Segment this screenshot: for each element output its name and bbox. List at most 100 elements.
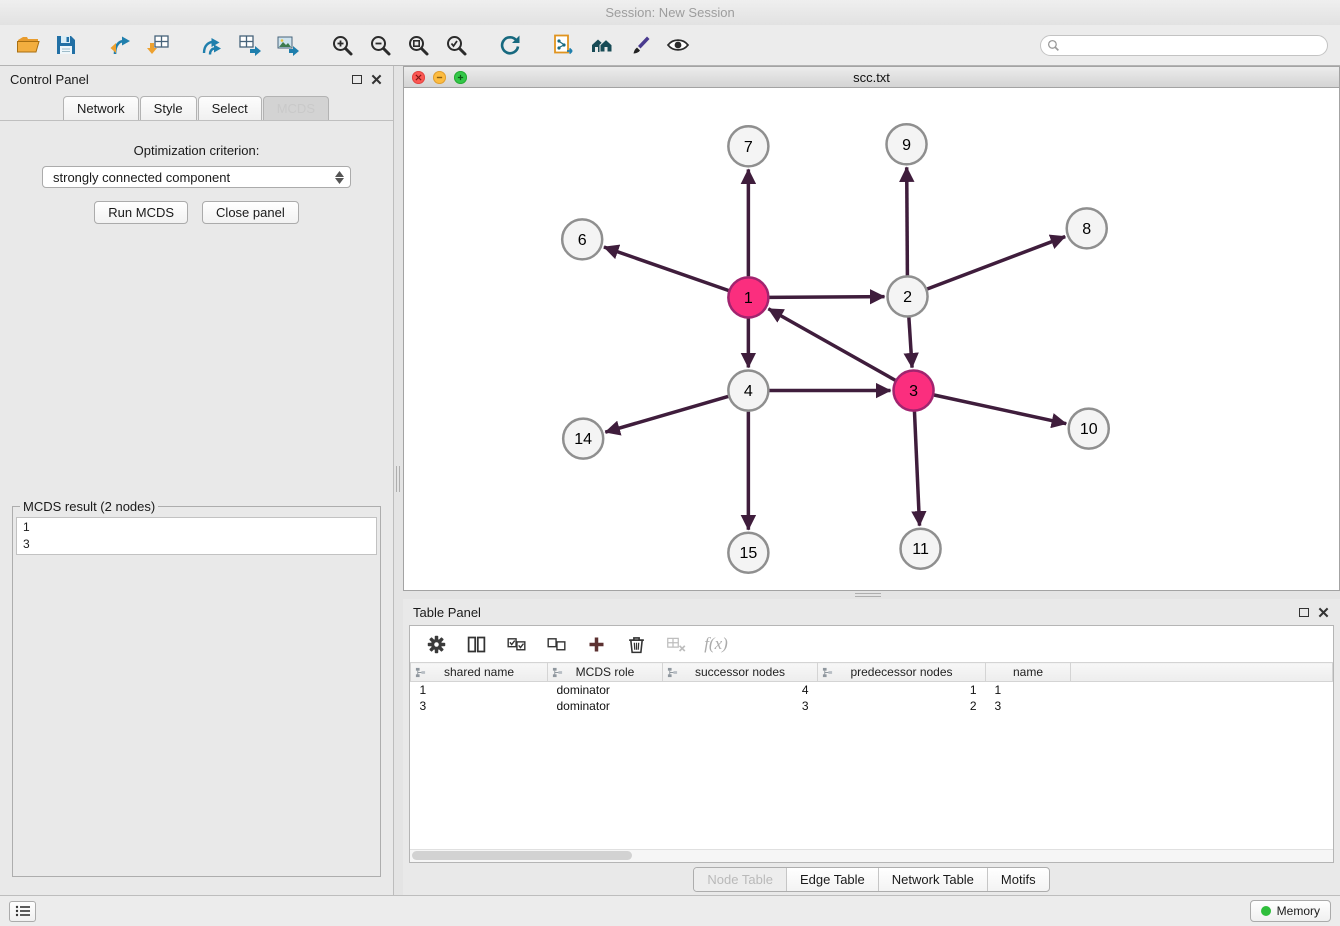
horizontal-splitter[interactable] [403, 591, 1340, 599]
annotation-brush-button[interactable] [624, 29, 656, 61]
graph-node-8[interactable]: 8 [1067, 208, 1107, 248]
toolbar-group-zoom [326, 29, 472, 61]
status-menu-button[interactable] [9, 901, 36, 922]
cell-name[interactable]: 3 [986, 698, 1071, 714]
column-header-name[interactable]: name [986, 663, 1071, 682]
zoom-selected-button[interactable] [440, 29, 472, 61]
graph-node-15[interactable]: 15 [728, 533, 768, 573]
cell-shared_name[interactable]: 3 [411, 698, 548, 714]
minimize-window-button[interactable] [433, 71, 446, 84]
edge-3-to-11[interactable] [914, 412, 919, 526]
graph-node-3[interactable]: 3 [894, 371, 934, 411]
column-header-predecessor-nodes[interactable]: predecessor nodes [818, 663, 986, 682]
cell-mcds_role[interactable]: dominator [548, 698, 663, 714]
cell-name[interactable]: 1 [986, 682, 1071, 698]
column-header-successor-nodes[interactable]: successor nodes [663, 663, 818, 682]
edge-2-to-3[interactable] [909, 317, 912, 367]
cell-shared_name[interactable]: 1 [411, 682, 548, 698]
zoom-out-button[interactable] [364, 29, 396, 61]
tab-motifs[interactable]: Motifs [987, 868, 1049, 891]
graph-node-7[interactable]: 7 [728, 126, 768, 166]
network-graph[interactable]: 7 9 6 8 1 2 4 3 14 10 15 11 [404, 88, 1339, 590]
table-tabs: Node Table Edge Table Network Table Moti… [693, 867, 1049, 892]
plus-icon [586, 634, 607, 655]
import-network-button[interactable] [104, 29, 136, 61]
function-builder-button[interactable]: f(x) [702, 630, 730, 658]
control-panel-float-button[interactable] [352, 75, 362, 84]
close-panel-button[interactable]: Close panel [202, 201, 299, 224]
table-settings-button[interactable] [422, 630, 450, 658]
memory-button[interactable]: Memory [1250, 900, 1331, 922]
cell-mcds_role[interactable]: dominator [548, 682, 663, 698]
select-all-columns-button[interactable] [502, 630, 530, 658]
edge-1-to-2[interactable] [769, 297, 884, 298]
edge-4-to-14[interactable] [605, 396, 728, 432]
first-neighbors-button[interactable] [586, 29, 618, 61]
edge-2-to-8[interactable] [927, 237, 1065, 289]
column-header-mcds-role[interactable]: MCDS role [548, 663, 663, 682]
zoom-fit-button[interactable] [402, 29, 434, 61]
graph-node-9[interactable]: 9 [887, 124, 927, 164]
create-column-button[interactable] [582, 630, 610, 658]
network-canvas[interactable]: 7 9 6 8 1 2 4 3 14 10 15 11 [403, 88, 1340, 591]
show-hide-button[interactable] [662, 29, 694, 61]
graph-node-11[interactable]: 11 [901, 529, 941, 569]
delete-table-button[interactable] [662, 630, 690, 658]
graph-node-4[interactable]: 4 [728, 371, 768, 411]
show-columns-button[interactable] [462, 630, 490, 658]
edge-3-to-10[interactable] [934, 395, 1066, 424]
cell-successor_nodes[interactable]: 3 [663, 698, 818, 714]
close-window-button[interactable] [412, 71, 425, 84]
clone-network-button[interactable] [548, 29, 580, 61]
tab-node-table[interactable]: Node Table [694, 868, 786, 891]
graph-node-14[interactable]: 14 [563, 419, 603, 459]
table-row[interactable]: 3dominator323 [411, 698, 1333, 714]
table-toolbar: f(x) [410, 626, 1333, 662]
mcds-result-list[interactable]: 1 3 [16, 517, 377, 555]
table-row[interactable]: 1dominator411 [411, 682, 1333, 698]
table-horizontal-scrollbar[interactable] [410, 849, 1333, 862]
table-panel-float-button[interactable] [1299, 608, 1309, 617]
graph-node-2[interactable]: 2 [888, 276, 928, 316]
export-image-button[interactable] [272, 29, 304, 61]
control-panel-close-button[interactable] [371, 73, 383, 85]
open-session-button[interactable] [12, 29, 44, 61]
tab-style[interactable]: Style [140, 96, 197, 120]
table-panel-close-button[interactable] [1318, 606, 1330, 618]
edge-2-to-9[interactable] [907, 167, 908, 275]
unselect-all-columns-button[interactable] [542, 630, 570, 658]
tab-network-table[interactable]: Network Table [878, 868, 987, 891]
minimize-icon [436, 74, 443, 81]
run-mcds-button[interactable]: Run MCDS [94, 201, 188, 224]
graph-node-6[interactable]: 6 [562, 219, 602, 259]
tab-network[interactable]: Network [63, 96, 139, 120]
edge-3-to-1[interactable] [768, 309, 895, 380]
scrollbar-thumb[interactable] [412, 851, 632, 860]
zoom-in-button[interactable] [326, 29, 358, 61]
search-icon [1047, 39, 1060, 52]
search-input[interactable] [1040, 35, 1328, 56]
export-table-button[interactable] [234, 29, 266, 61]
memory-label: Memory [1277, 904, 1320, 918]
save-session-button[interactable] [50, 29, 82, 61]
tab-select[interactable]: Select [198, 96, 262, 120]
tab-mcds[interactable]: MCDS [263, 96, 329, 120]
edge-1-to-6[interactable] [604, 247, 729, 291]
graph-node-1[interactable]: 1 [728, 277, 768, 317]
delete-column-button[interactable] [622, 630, 650, 658]
optimization-criterion-select[interactable]: strongly connected component [42, 166, 351, 188]
column-header-shared-name[interactable]: shared name [411, 663, 548, 682]
expand-icon [457, 74, 464, 81]
cell-predecessor_nodes[interactable]: 2 [818, 698, 986, 714]
import-table-button[interactable] [142, 29, 174, 61]
refresh-button[interactable] [494, 29, 526, 61]
cell-predecessor_nodes[interactable]: 1 [818, 682, 986, 698]
graph-node-10[interactable]: 10 [1069, 409, 1109, 449]
cell-successor_nodes[interactable]: 4 [663, 682, 818, 698]
tab-edge-table[interactable]: Edge Table [786, 868, 878, 891]
vertical-splitter[interactable] [394, 66, 403, 895]
node-label: 1 [744, 290, 753, 307]
zoom-window-button[interactable] [454, 71, 467, 84]
export-network-button[interactable] [196, 29, 228, 61]
node-label: 15 [739, 545, 757, 562]
